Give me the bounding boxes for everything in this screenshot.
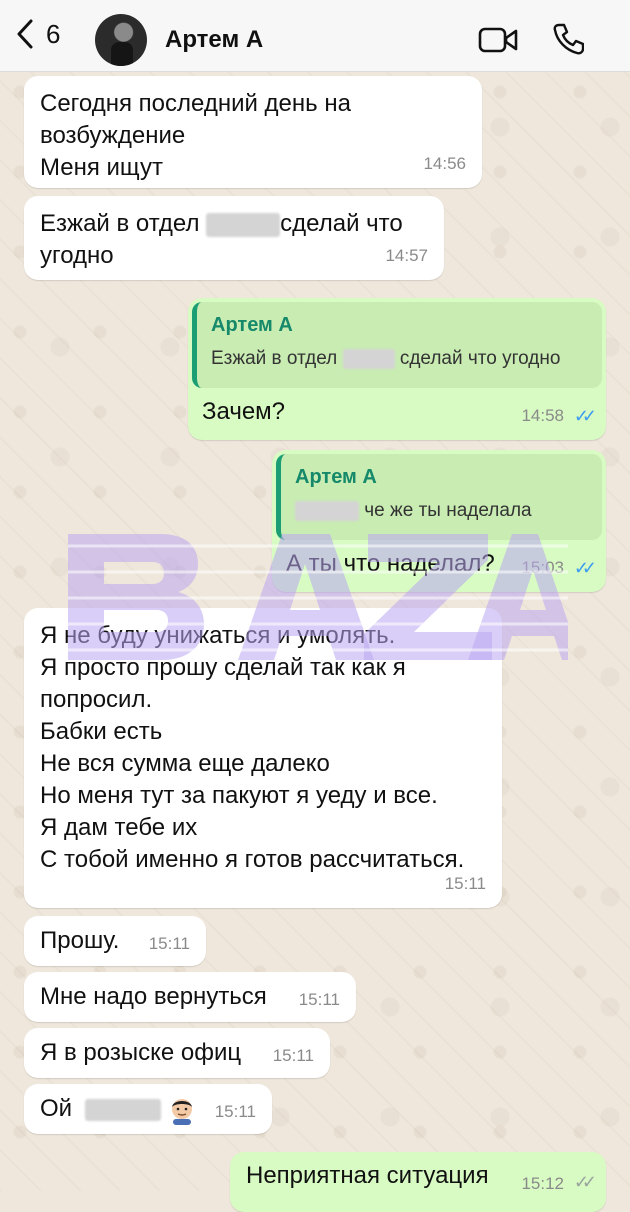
message-bubble-incoming[interactable]: Езжай в отдел сделай что угодно 14:57 — [24, 196, 444, 280]
quoted-reply[interactable]: Артем А Езжай в отдел сделай что угодно — [192, 302, 602, 388]
quoted-author: Артем А — [211, 314, 293, 336]
quoted-text-part: Езжай в отдел — [211, 348, 338, 369]
unread-count: 6 — [46, 18, 61, 49]
censored-text — [295, 500, 359, 521]
censored-text — [84, 1098, 161, 1121]
video-call-icon[interactable] — [478, 26, 518, 54]
avatar[interactable] — [95, 14, 147, 66]
message-bubble-outgoing[interactable]: Артем А Езжай в отдел сделай что угодно … — [188, 298, 606, 440]
message-text: Ой — [40, 1095, 73, 1122]
message-time: 14:56 — [423, 154, 466, 173]
message-bubble-incoming[interactable]: Прошу. 15:11 — [24, 916, 206, 966]
quoted-text: Езжай в отдел сделай что угодно — [211, 344, 588, 374]
quoted-reply[interactable]: Артем А че же ты наделала — [276, 454, 602, 540]
message-text: Зачем? — [202, 398, 286, 425]
message-line: Сегодня последний день на — [40, 90, 351, 117]
message-time: 14:57 — [385, 246, 428, 265]
message-bubble-outgoing[interactable]: Артем А че же ты наделала А ты что надел… — [272, 450, 606, 592]
message-line: Меня ищут — [40, 154, 163, 181]
message-time: 15:11 — [214, 1102, 256, 1121]
message-line: Я дам тебе их — [40, 814, 198, 841]
message-time: 15:11 — [148, 934, 190, 953]
message-bubble-incoming[interactable]: Я в розыске офиц 15:11 — [24, 1028, 330, 1078]
message-text: Неприятная ситуация — [246, 1162, 489, 1189]
message-bubble-incoming[interactable]: Мне надо вернуться 15:11 — [24, 972, 356, 1022]
message-text: сделай что — [280, 210, 403, 237]
quoted-author: Артем А — [295, 466, 377, 488]
quoted-text: че же ты наделала — [295, 496, 588, 526]
phone-call-icon[interactable] — [552, 22, 584, 56]
chat-header: 6 Артем А — [0, 0, 630, 72]
message-text: Езжай в отдел — [40, 210, 200, 237]
message-bubble-incoming[interactable]: Ой 15:11 — [24, 1084, 272, 1134]
message-text: Я в розыске офиц — [40, 1039, 242, 1066]
message-time: 15:11 — [298, 990, 340, 1009]
message-line: попросил. — [40, 686, 153, 713]
quoted-text-part: че же ты наделала — [364, 500, 532, 521]
contact-name[interactable]: Артем А — [165, 26, 263, 54]
message-time: 15:11 — [444, 874, 486, 893]
censored-text — [342, 348, 395, 369]
message-bubble-incoming[interactable]: Сегодня последний день на возбуждение Ме… — [24, 76, 482, 188]
message-line: Бабки есть — [40, 718, 163, 745]
read-receipt-icon: ✓✓ — [573, 558, 597, 578]
message-line: Я просто прошу сделай так как я — [40, 654, 406, 681]
quoted-text-part: сделай что угодно — [399, 348, 561, 369]
censored-text — [206, 212, 281, 237]
message-line: Я не буду унижаться и умолять. — [40, 622, 396, 649]
message-time: 15:12 — [521, 1174, 564, 1193]
message-line: Езжай в отдел сделай что — [40, 208, 428, 240]
message-time: 14:58 — [521, 406, 564, 425]
back-button[interactable]: 6 — [14, 18, 60, 50]
message-text: Прошу. — [40, 927, 120, 954]
read-receipt-icon: ✓✓ — [573, 1172, 597, 1192]
message-line: возбуждение — [40, 122, 186, 149]
message-line: С тобой именно я готов рассчитаться. — [40, 846, 465, 873]
message-line: Не вся сумма еще далеко — [40, 750, 330, 777]
message-text: Мне надо вернуться — [40, 983, 267, 1010]
man-emoji-icon — [172, 1098, 193, 1125]
message-time: 15:03 — [521, 558, 564, 577]
message-time: 15:11 — [272, 1046, 314, 1065]
message-bubble-incoming[interactable]: Я не буду унижаться и умолять. Я просто … — [24, 608, 502, 908]
message-line: угодно — [40, 242, 114, 269]
chevron-left-icon — [17, 19, 33, 49]
message-text: А ты что наделал? — [286, 550, 495, 577]
read-receipt-icon: ✓✓ — [573, 406, 597, 426]
message-bubble-outgoing[interactable]: Неприятная ситуация 15:12 ✓✓ — [230, 1152, 606, 1212]
message-line: Но меня тут за пакуют я уеду и все. — [40, 782, 438, 809]
